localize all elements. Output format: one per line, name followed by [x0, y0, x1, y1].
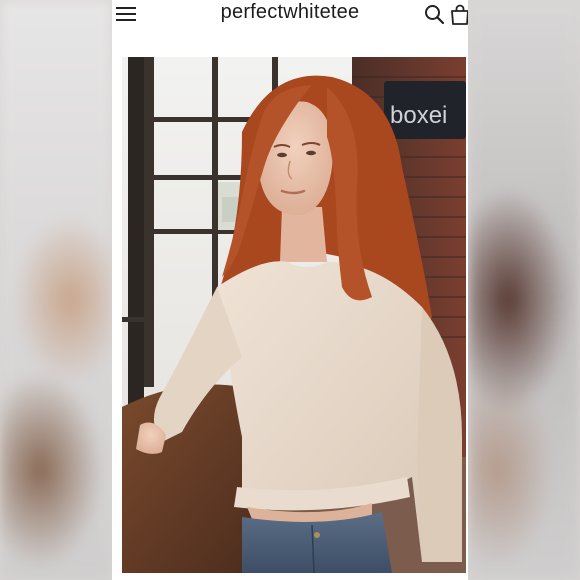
- backdrop-left: [0, 0, 112, 580]
- product-image[interactable]: boxei: [122, 57, 466, 573]
- brand-logo[interactable]: perfectwhitetee: [112, 1, 468, 24]
- top-navigation-bar: perfectwhitetee: [112, 0, 468, 30]
- sign-text: boxei: [390, 102, 447, 129]
- shopping-bag-icon[interactable]: [450, 4, 468, 26]
- search-icon[interactable]: [424, 4, 446, 26]
- product-photo-illustration: boxei: [122, 57, 466, 573]
- app-screen: perfectwhitetee boxei: [112, 0, 468, 580]
- backdrop-right: [468, 0, 580, 580]
